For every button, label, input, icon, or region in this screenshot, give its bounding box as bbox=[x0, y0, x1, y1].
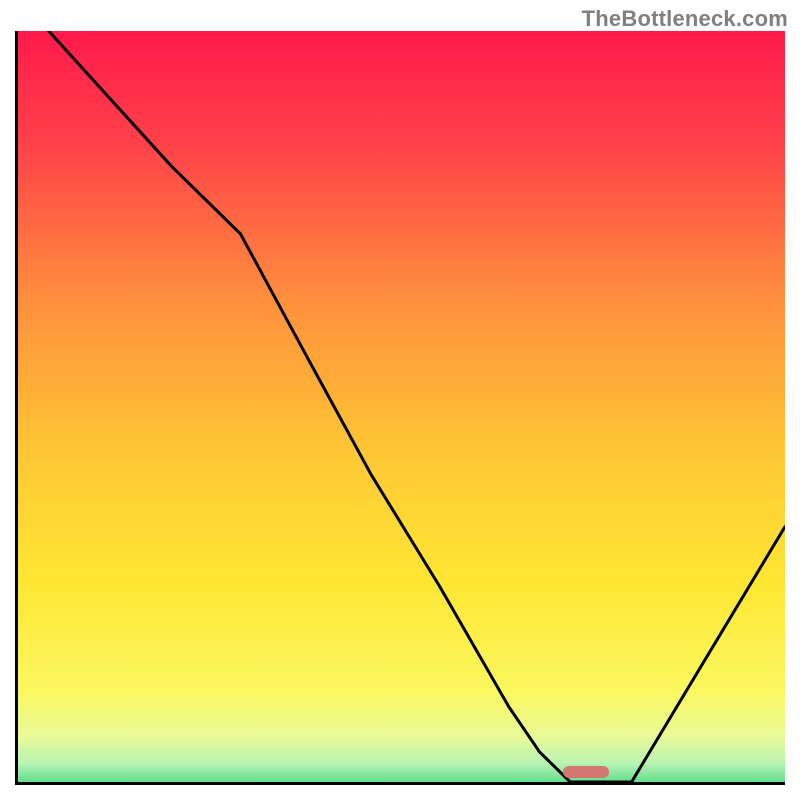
plot-area bbox=[15, 31, 785, 785]
optimal-marker bbox=[563, 766, 609, 778]
attribution-text: TheBottleneck.com bbox=[582, 6, 788, 32]
bottleneck-curve bbox=[18, 31, 785, 782]
chart-root: TheBottleneck.com bbox=[0, 0, 800, 800]
